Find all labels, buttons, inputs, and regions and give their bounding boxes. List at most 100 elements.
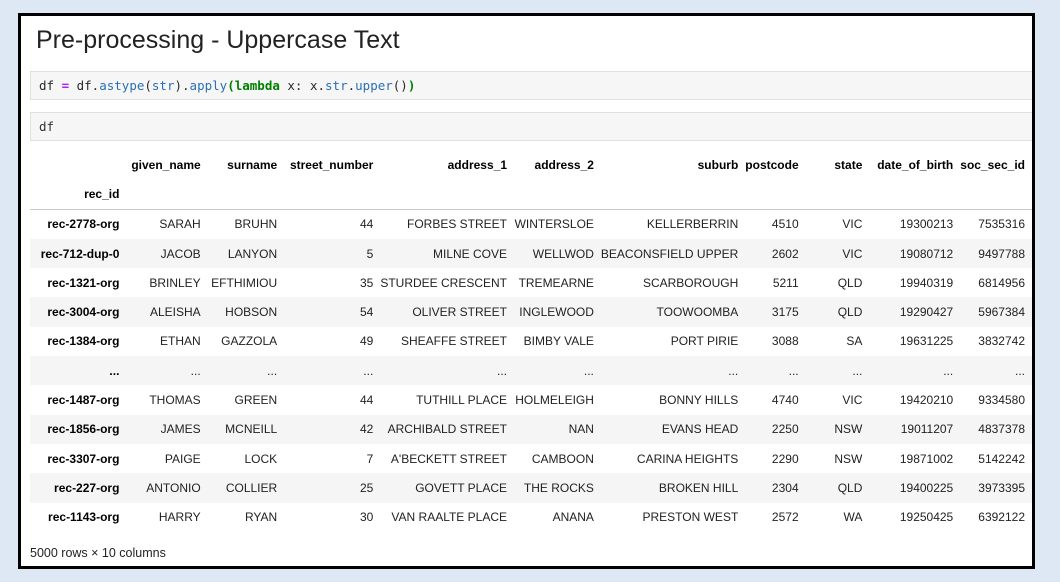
table-cell: 19290427 bbox=[899, 305, 954, 320]
table-cell: BRUHN bbox=[234, 217, 278, 232]
table-cell: VIC bbox=[842, 217, 863, 232]
table-cell: MILNE COVE bbox=[432, 246, 507, 261]
table-cell: 19631225 bbox=[899, 334, 954, 349]
table-cell: OLIVER STREET bbox=[412, 305, 507, 320]
table-row: rec-712-dup-0 JACOB LANYON 5 MILNE COVE WELLW… bbox=[30, 238, 1032, 269]
table-cell: SCARBOROUGH bbox=[642, 275, 739, 290]
table-cell: 19250425 bbox=[899, 510, 954, 525]
code-token: ). bbox=[174, 78, 190, 93]
table-cell: EFTHIMIOU bbox=[211, 275, 278, 290]
table-cell: LANYON bbox=[227, 246, 278, 261]
code-token: str bbox=[325, 78, 348, 93]
code-cell-astype-upper[interactable]: df = df.astype(str).apply(lambda x: x.st… bbox=[30, 71, 1032, 100]
table-row: rec-1856-org JAMES MCNEILL 42 ARCHIBALD STRE… bbox=[30, 414, 1032, 444]
table-cell: 3832742 bbox=[978, 334, 1025, 349]
table-cell: VIC bbox=[842, 246, 863, 261]
row-index: ... bbox=[109, 363, 120, 378]
table-cell: 42 bbox=[359, 422, 374, 437]
table-cell: 6814956 bbox=[978, 275, 1025, 290]
table-cell: 19940319 bbox=[899, 275, 954, 290]
index-name: rec_id bbox=[84, 186, 120, 201]
table-cell: ARCHIBALD STREET bbox=[387, 422, 507, 437]
table-cell: COLLIER bbox=[225, 480, 278, 495]
table-cell: 54 bbox=[359, 305, 374, 320]
table-cell: THOMAS bbox=[149, 393, 201, 408]
table-cell: 19080712 bbox=[899, 246, 954, 261]
table-row: rec-1487-org THOMAS GREEN 44 TUTHILL PLACE HO… bbox=[30, 385, 1032, 414]
table-cell: QLD bbox=[837, 275, 863, 290]
row-index: rec-227-org bbox=[54, 480, 120, 495]
column-header-suburb: suburb bbox=[697, 157, 739, 172]
table-row: rec-1384-org ETHAN GAZZOLA 49 SHEAFFE STREET… bbox=[30, 327, 1032, 356]
table-cell: ANTONIO bbox=[146, 480, 201, 495]
table-cell: SARAH bbox=[159, 217, 201, 232]
table-cell: 2250 bbox=[771, 422, 799, 437]
table-row: rec-227-org ANTONIO COLLIER 25 GOVETT PLACE T… bbox=[30, 473, 1032, 503]
table-cell: NSW bbox=[834, 422, 863, 437]
code-cell-df[interactable]: df bbox=[30, 112, 1032, 141]
code-token: x: x. bbox=[279, 78, 326, 93]
row-index: rec-3004-org bbox=[47, 305, 120, 320]
table-cell: GAZZOLA bbox=[221, 334, 278, 349]
table-cell: HOLMELEIGH bbox=[515, 393, 594, 408]
table-cell: ... bbox=[1014, 363, 1025, 378]
table-cell: 5 bbox=[366, 246, 374, 261]
column-header-surname: surname bbox=[227, 157, 278, 172]
column-header-address-1: address_1 bbox=[447, 157, 507, 172]
table-cell: GOVETT PLACE bbox=[415, 480, 507, 495]
row-index: rec-2778-org bbox=[47, 217, 120, 232]
code-token: ( bbox=[227, 78, 235, 93]
column-header-address-2: address_2 bbox=[534, 157, 594, 172]
table-cell: VAN RAALTE PLACE bbox=[391, 510, 507, 525]
table-row: rec-3004-org ALEISHA HOBSON 54 OLIVER STREET… bbox=[30, 297, 1032, 327]
table-cell: 5211 bbox=[772, 275, 799, 290]
table-cell: FORBES STREET bbox=[406, 217, 507, 232]
column-header-street-number: street_number bbox=[289, 157, 374, 172]
table-cell: STURDEE CRESCENT bbox=[380, 275, 507, 290]
table-cell: INGLEWOOD bbox=[519, 305, 594, 320]
table-cell: EVANS HEAD bbox=[661, 422, 739, 437]
column-header-soc-sec-id: soc_sec_id bbox=[960, 157, 1025, 172]
table-row: rec-1143-org HARRY RYAN 30 VAN RAALTE PLACE A… bbox=[30, 503, 1032, 532]
table-cell: ETHAN bbox=[160, 334, 201, 349]
table-cell: 30 bbox=[359, 510, 374, 525]
table-cell: 19420210 bbox=[899, 393, 954, 408]
dataframe-table: given_name surname street_number address_1 a… bbox=[30, 150, 1032, 532]
table-cell: TREMEARNE bbox=[518, 275, 594, 290]
section-heading: Pre-processing - Uppercase Text bbox=[36, 26, 400, 54]
table-cell: RYAN bbox=[244, 510, 278, 525]
table-cell: 5142242 bbox=[978, 451, 1025, 466]
code-token: upper bbox=[355, 78, 393, 93]
row-index: rec-1143-org bbox=[48, 510, 120, 525]
table-cell: 19400225 bbox=[899, 480, 954, 495]
code-token: apply bbox=[189, 78, 228, 93]
table-cell: MCNEILL bbox=[225, 422, 278, 437]
table-cell: 4740 bbox=[771, 393, 799, 408]
table-cell: PRESTON WEST bbox=[642, 510, 739, 525]
row-index: rec-1321-org bbox=[47, 275, 120, 290]
table-cell: 3973395 bbox=[978, 480, 1025, 495]
row-index: rec-1856-org bbox=[47, 422, 120, 437]
column-header-row: given_name surname street_number address_1 a… bbox=[30, 150, 1032, 179]
table-cell: 7535316 bbox=[978, 217, 1025, 232]
table-cell: 19871002 bbox=[899, 451, 954, 466]
column-header-state: state bbox=[834, 157, 863, 172]
table-cell: ... bbox=[852, 363, 863, 378]
table-cell: 35 bbox=[359, 275, 374, 290]
table-cell: 9334580 bbox=[978, 393, 1025, 408]
table-cell: WA bbox=[843, 510, 863, 525]
table-cell: HOBSON bbox=[225, 305, 278, 320]
row-index: rec-1384-org bbox=[47, 334, 120, 349]
table-cell: CARINA HEIGHTS bbox=[636, 451, 739, 466]
table-cell: BRINLEY bbox=[149, 275, 201, 290]
table-cell: HARRY bbox=[158, 510, 201, 525]
table-cell: TUTHILL PLACE bbox=[416, 393, 507, 408]
table-cell: 25 bbox=[359, 480, 374, 495]
dataframe-shape: 5000 rows × 10 columns bbox=[30, 546, 166, 560]
table-cell: ... bbox=[190, 363, 201, 378]
table-row: rec-1321-org BRINLEY EFTHIMIOU 35 STURDEE CR… bbox=[30, 268, 1032, 297]
table-cell: ... bbox=[943, 363, 954, 378]
table-row: rec-2778-org SARAH BRUHN 44 FORBES STREET WIN… bbox=[30, 209, 1032, 239]
notebook-frame: Pre-processing - Uppercase Text df = df.… bbox=[18, 13, 1035, 569]
code-token: . bbox=[347, 78, 356, 93]
